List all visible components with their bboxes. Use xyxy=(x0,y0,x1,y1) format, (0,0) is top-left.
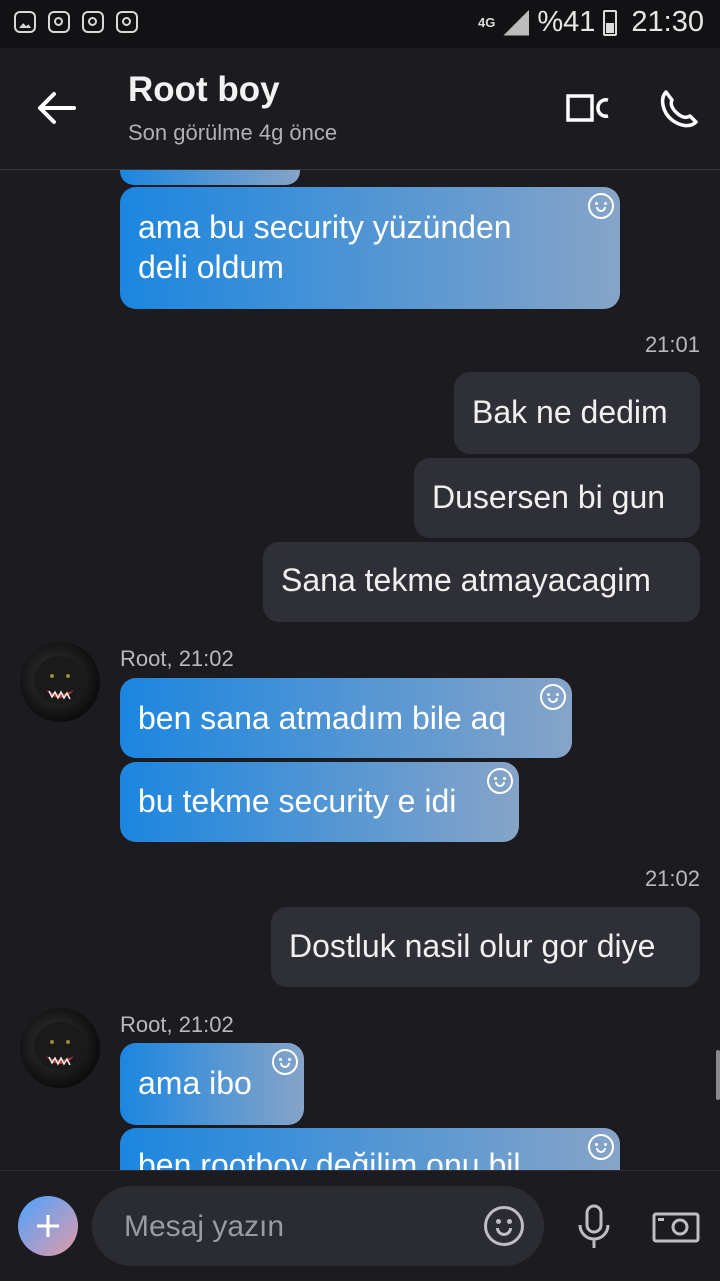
message-input[interactable] xyxy=(122,1186,476,1268)
message-text: bu tekme security e idi xyxy=(138,783,457,819)
instagram-icon xyxy=(116,11,138,33)
message-list[interactable]: ama bu security yüzünden deli oldum 21:0… xyxy=(0,170,720,1170)
message-text: ben rootboy değilim onu bil xyxy=(138,1147,521,1170)
battery-icon xyxy=(603,9,618,36)
avatar[interactable] xyxy=(20,1008,100,1088)
timestamp: 21:02 xyxy=(644,866,700,891)
message-bubble-in[interactable]: ben sana atmadım bile aq xyxy=(120,678,572,758)
reaction-icon[interactable] xyxy=(588,193,614,219)
instagram-icon xyxy=(48,11,70,33)
message-bubble-in[interactable]: bu tekme security e idi xyxy=(120,762,519,842)
battery-percent: %41 xyxy=(537,6,596,38)
emoji-icon[interactable] xyxy=(484,1206,524,1246)
phone-call-icon[interactable] xyxy=(656,86,700,130)
message-bubble-in[interactable] xyxy=(120,170,300,185)
chat-header: Root boy Son görülme 4g önce xyxy=(0,48,720,170)
message-text: Bak ne dedim xyxy=(472,394,668,430)
panther-avatar-image xyxy=(34,1022,86,1070)
last-seen: Son görülme 4g önce xyxy=(128,120,338,145)
message-input-container[interactable] xyxy=(92,1186,544,1268)
contact-name[interactable]: Root boy xyxy=(128,70,280,110)
clock: 21:30 xyxy=(631,6,704,38)
gallery-icon xyxy=(14,11,36,33)
scrollbar[interactable] xyxy=(716,1050,720,1100)
reaction-icon[interactable] xyxy=(272,1049,298,1075)
network-type: 4G xyxy=(478,14,496,30)
back-arrow-icon[interactable] xyxy=(34,86,78,130)
panther-avatar-image xyxy=(34,656,86,704)
sender-label: Root, 21:02 xyxy=(120,646,234,671)
message-bubble-in[interactable]: ama ibo xyxy=(120,1043,304,1125)
message-bubble-out[interactable]: Sana tekme atmayacagim xyxy=(263,542,700,622)
message-bubble-in[interactable]: ben rootboy değilim onu bil xyxy=(120,1128,620,1170)
status-bar: 4G %41 21:30 xyxy=(0,0,720,48)
microphone-icon[interactable] xyxy=(574,1203,614,1251)
message-text: Dusersen bi gun xyxy=(432,479,666,515)
add-attachment-button[interactable] xyxy=(18,1196,78,1256)
avatar[interactable] xyxy=(20,642,100,722)
message-text: ama bu security yüzünden xyxy=(138,209,512,245)
video-call-icon[interactable] xyxy=(564,88,610,128)
message-bubble-out[interactable]: Dusersen bi gun xyxy=(414,458,700,538)
reaction-icon[interactable] xyxy=(588,1134,614,1160)
message-composer xyxy=(0,1170,720,1281)
timestamp: 21:01 xyxy=(644,332,700,357)
signal-icon xyxy=(503,9,530,36)
message-text: Sana tekme atmayacagim xyxy=(281,562,651,598)
sender-label: Root, 21:02 xyxy=(120,1012,234,1037)
message-text: ama ibo xyxy=(138,1065,252,1101)
message-bubble-out[interactable]: Bak ne dedim xyxy=(454,372,700,454)
reaction-icon[interactable] xyxy=(487,768,513,794)
notification-icons xyxy=(14,11,138,33)
message-bubble-in[interactable]: ama bu security yüzünden deli oldum xyxy=(120,187,620,309)
message-text: deli oldum xyxy=(138,249,284,285)
instagram-icon xyxy=(82,11,104,33)
message-text: Dostluk nasil olur gor diye xyxy=(289,928,656,964)
camera-icon[interactable] xyxy=(652,1209,700,1243)
message-bubble-out[interactable]: Dostluk nasil olur gor diye xyxy=(271,907,700,987)
message-text: ben sana atmadım bile aq xyxy=(138,700,507,736)
reaction-icon[interactable] xyxy=(540,684,566,710)
